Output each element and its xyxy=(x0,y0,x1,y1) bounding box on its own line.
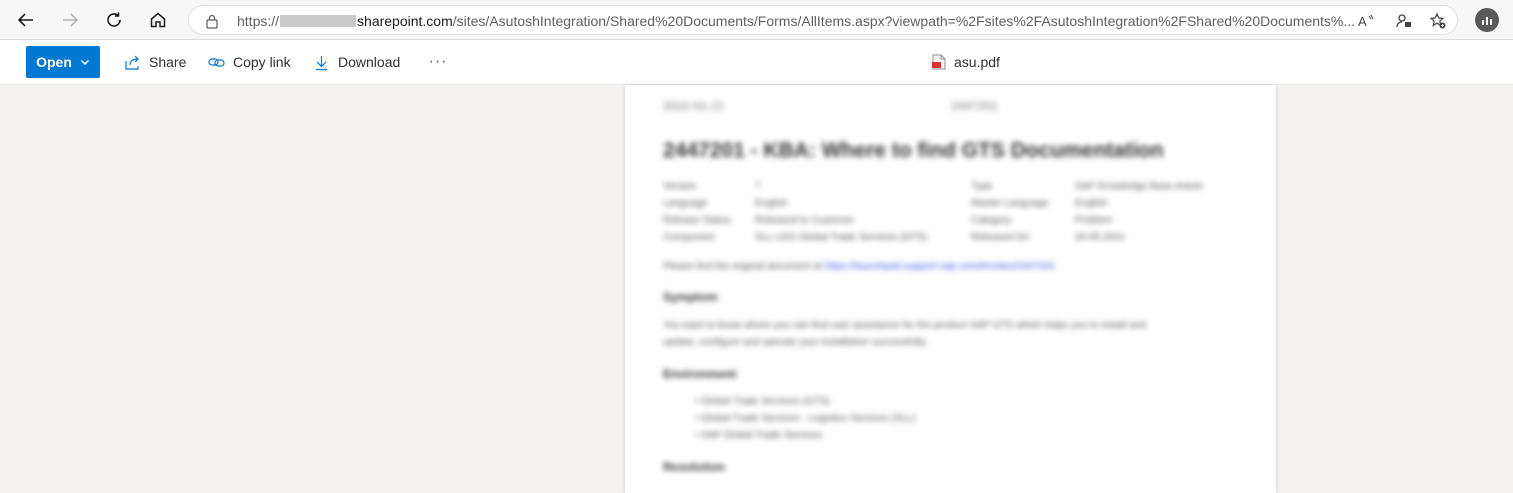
refresh-icon xyxy=(107,12,121,27)
share-label: Share xyxy=(149,54,187,70)
environment-item: • SAP Global Trade Services xyxy=(695,430,823,441)
meta-label: Released On xyxy=(971,232,1030,243)
environment-heading: Environment xyxy=(663,367,737,381)
command-bar: Open Share Copy link Download ··· asu.pd… xyxy=(0,40,1513,85)
symptom-text-line: You want to know where you can find user… xyxy=(663,320,1147,331)
back-arrow-icon xyxy=(17,13,33,27)
environment-item: • Global Trade Services (GTS) xyxy=(695,396,830,407)
url-prefix: https:// xyxy=(237,13,280,29)
forward-arrow-icon xyxy=(63,13,79,27)
doc-intro: Please find the original document at htt… xyxy=(663,261,1055,272)
meta-value: 20.05.2021 xyxy=(1075,232,1126,243)
environment-item-text: Global Trade Services (GTS) xyxy=(701,396,830,407)
meta-value: SAP Knowledge Base Article xyxy=(1075,181,1203,192)
meta-label: Category xyxy=(971,215,1012,226)
read-aloud-icon[interactable]: A xyxy=(1357,12,1375,30)
symptom-heading: Symptom xyxy=(663,290,718,304)
lock-icon xyxy=(206,14,218,29)
url-redacted-block xyxy=(280,15,357,27)
download-label: Download xyxy=(338,54,401,70)
meta-value: English xyxy=(1075,198,1108,209)
doc-date: 2022-01-21 xyxy=(663,99,725,113)
file-name-header: asu.pdf xyxy=(932,48,1000,76)
share-button[interactable]: Share xyxy=(124,48,186,76)
resolution-heading: Resolution xyxy=(663,460,725,474)
copy-link-button[interactable]: Copy link xyxy=(208,48,291,76)
meta-value: SLL-LEG Global Trade Services (GTS) xyxy=(755,232,928,243)
meta-label: Language xyxy=(663,198,708,209)
meta-label: Type xyxy=(971,181,993,192)
meta-label: Master Language xyxy=(971,198,1049,209)
doc-intro-link[interactable]: https://launchpad.support.sap.com/#/note… xyxy=(825,261,1055,272)
meta-label: Release Status xyxy=(663,215,731,226)
home-button[interactable] xyxy=(142,4,174,36)
meta-label: Version xyxy=(663,181,697,192)
meta-value: Released to Customer xyxy=(755,215,855,226)
meta-value: English xyxy=(755,198,788,209)
url-host: sharepoint.com xyxy=(357,13,453,29)
meta-value: 7 xyxy=(755,181,761,192)
refresh-button[interactable] xyxy=(98,4,130,36)
share-icon xyxy=(125,55,139,70)
url-path: /sites/AsutoshIntegration/Shared%20Docum… xyxy=(452,13,1356,29)
more-icon: ··· xyxy=(428,53,448,70)
address-bar[interactable]: https:// sharepoint.com/sites/AsutoshInte… xyxy=(188,5,1458,35)
doc-id: 2447201 xyxy=(951,99,998,113)
file-name: asu.pdf xyxy=(954,54,1000,70)
chevron-down-icon xyxy=(80,59,89,66)
profile-icon xyxy=(1482,17,1492,25)
environment-item-text: Global Trade Services - Logistics Servic… xyxy=(701,413,916,424)
pdf-page[interactable]: 2022-01-21 2447201 2447201 - KBA: Where … xyxy=(625,85,1276,493)
more-options-button[interactable]: ··· xyxy=(426,48,450,76)
permissions-icon[interactable] xyxy=(1395,12,1413,30)
doc-title: 2447201 - KBA: Where to find GTS Documen… xyxy=(663,139,1164,162)
download-button[interactable]: Download xyxy=(313,48,400,76)
copy-link-label: Copy link xyxy=(233,54,291,70)
url-text[interactable]: https:// sharepoint.com/sites/AsutoshInte… xyxy=(237,13,1355,29)
environment-item-text: SAP Global Trade Services xyxy=(701,430,823,441)
link-icon xyxy=(208,57,225,67)
profile-avatar[interactable] xyxy=(1475,8,1499,32)
download-icon xyxy=(316,55,327,70)
doc-intro-text: Please find the original document at xyxy=(663,261,825,272)
pdf-page-content: 2022-01-21 2447201 2447201 - KBA: Where … xyxy=(625,85,1276,493)
symptom-text-line: update, configure and operate your insta… xyxy=(663,337,928,348)
svg-text:A: A xyxy=(1358,14,1367,29)
forward-button[interactable] xyxy=(54,4,86,36)
open-button[interactable]: Open xyxy=(26,46,100,78)
environment-item: • Global Trade Services - Logistics Serv… xyxy=(695,413,916,424)
back-button[interactable] xyxy=(10,4,42,36)
pdf-file-icon xyxy=(932,54,946,70)
open-button-label: Open xyxy=(36,54,72,70)
meta-value: Problem xyxy=(1075,215,1113,226)
favorite-add-icon[interactable] xyxy=(1429,12,1447,30)
browser-toolbar: https:// sharepoint.com/sites/AsutoshInte… xyxy=(0,0,1513,40)
home-icon xyxy=(150,12,166,28)
meta-label: Component xyxy=(663,232,715,243)
